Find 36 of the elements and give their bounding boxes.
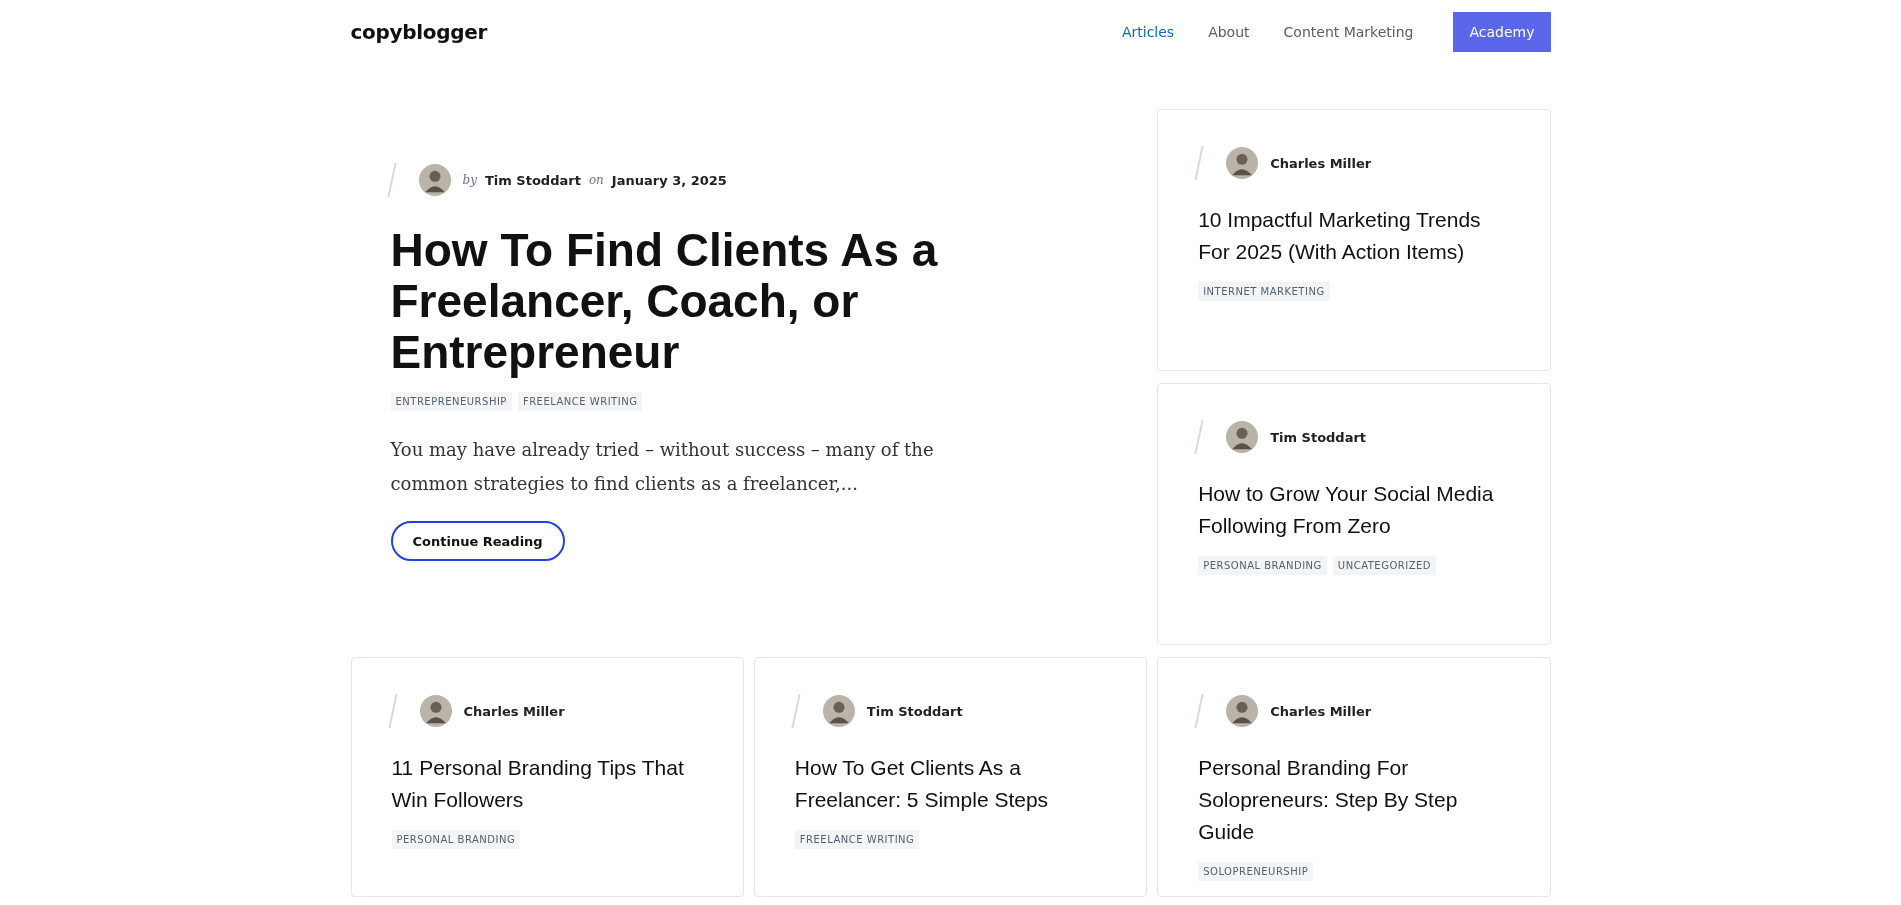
category-tag[interactable]: PERSONAL BRANDING [1198,556,1327,575]
author-name[interactable]: Tim Stoddart [866,703,963,719]
category-tag[interactable]: INTERNET MARKETING [1198,282,1330,301]
avatar-icon [419,695,452,727]
post-title[interactable]: How to Grow Your Social Media Following From Zero [1198,478,1510,542]
author-name[interactable]: Tim Stoddart [484,172,581,188]
continue-reading-button[interactable]: Continue Reading [390,521,565,561]
post-title[interactable]: 10 Impactful Marketing Trends For 2025 (With Action Items) [1198,204,1510,268]
post-date: January 3, 2025 [611,172,727,188]
excerpt-text: You may have already tried – without success – many of the common strategies to find clients as a freelancer,... [390,438,935,496]
author-name[interactable]: Tim Stoddart [1270,429,1367,445]
featured-title[interactable]: How To Find Clients As a Freelancer, Coach, or Entrepreneur [390,225,951,378]
author-name[interactable]: Charles Miller [463,703,565,719]
category-tag[interactable]: ENTREPRENEURSHIP [390,392,512,411]
post-title[interactable]: 11 Personal Branding Tips That Win Followers [391,752,703,816]
category-tag[interactable]: FREELANCE WRITING [794,830,920,849]
logo[interactable]: copyblogger [350,20,488,44]
author-name[interactable]: Charles Miller [1270,155,1372,171]
nav-link[interactable]: Articles [1121,24,1175,40]
on-label: on [588,173,604,187]
category-tag[interactable]: UNCATEGORIZED [1332,556,1437,575]
avatar-icon [1226,147,1259,179]
avatar-icon [418,164,451,196]
academy-button[interactable]: Academy [1453,12,1551,52]
category-tag[interactable]: SOLOPRENEURSHIP [1198,862,1314,881]
nav-link[interactable]: About [1208,24,1250,40]
by-label: by [462,173,477,187]
avatar-icon [822,695,855,727]
avatar-icon [1226,695,1259,727]
author-name[interactable]: Charles Miller [1270,703,1372,719]
avatar-icon [1226,421,1259,453]
category-tag[interactable]: PERSONAL BRANDING [391,830,521,849]
post-title[interactable]: Personal Branding For Solopreneurs: Step By Step Guide [1198,752,1510,848]
category-tag[interactable]: FREELANCE WRITING [517,392,643,411]
post-title[interactable]: How To Get Clients As a Freelancer: 5 Simple Steps [794,752,1107,816]
nav-link[interactable]: Content Marketing [1283,24,1414,40]
